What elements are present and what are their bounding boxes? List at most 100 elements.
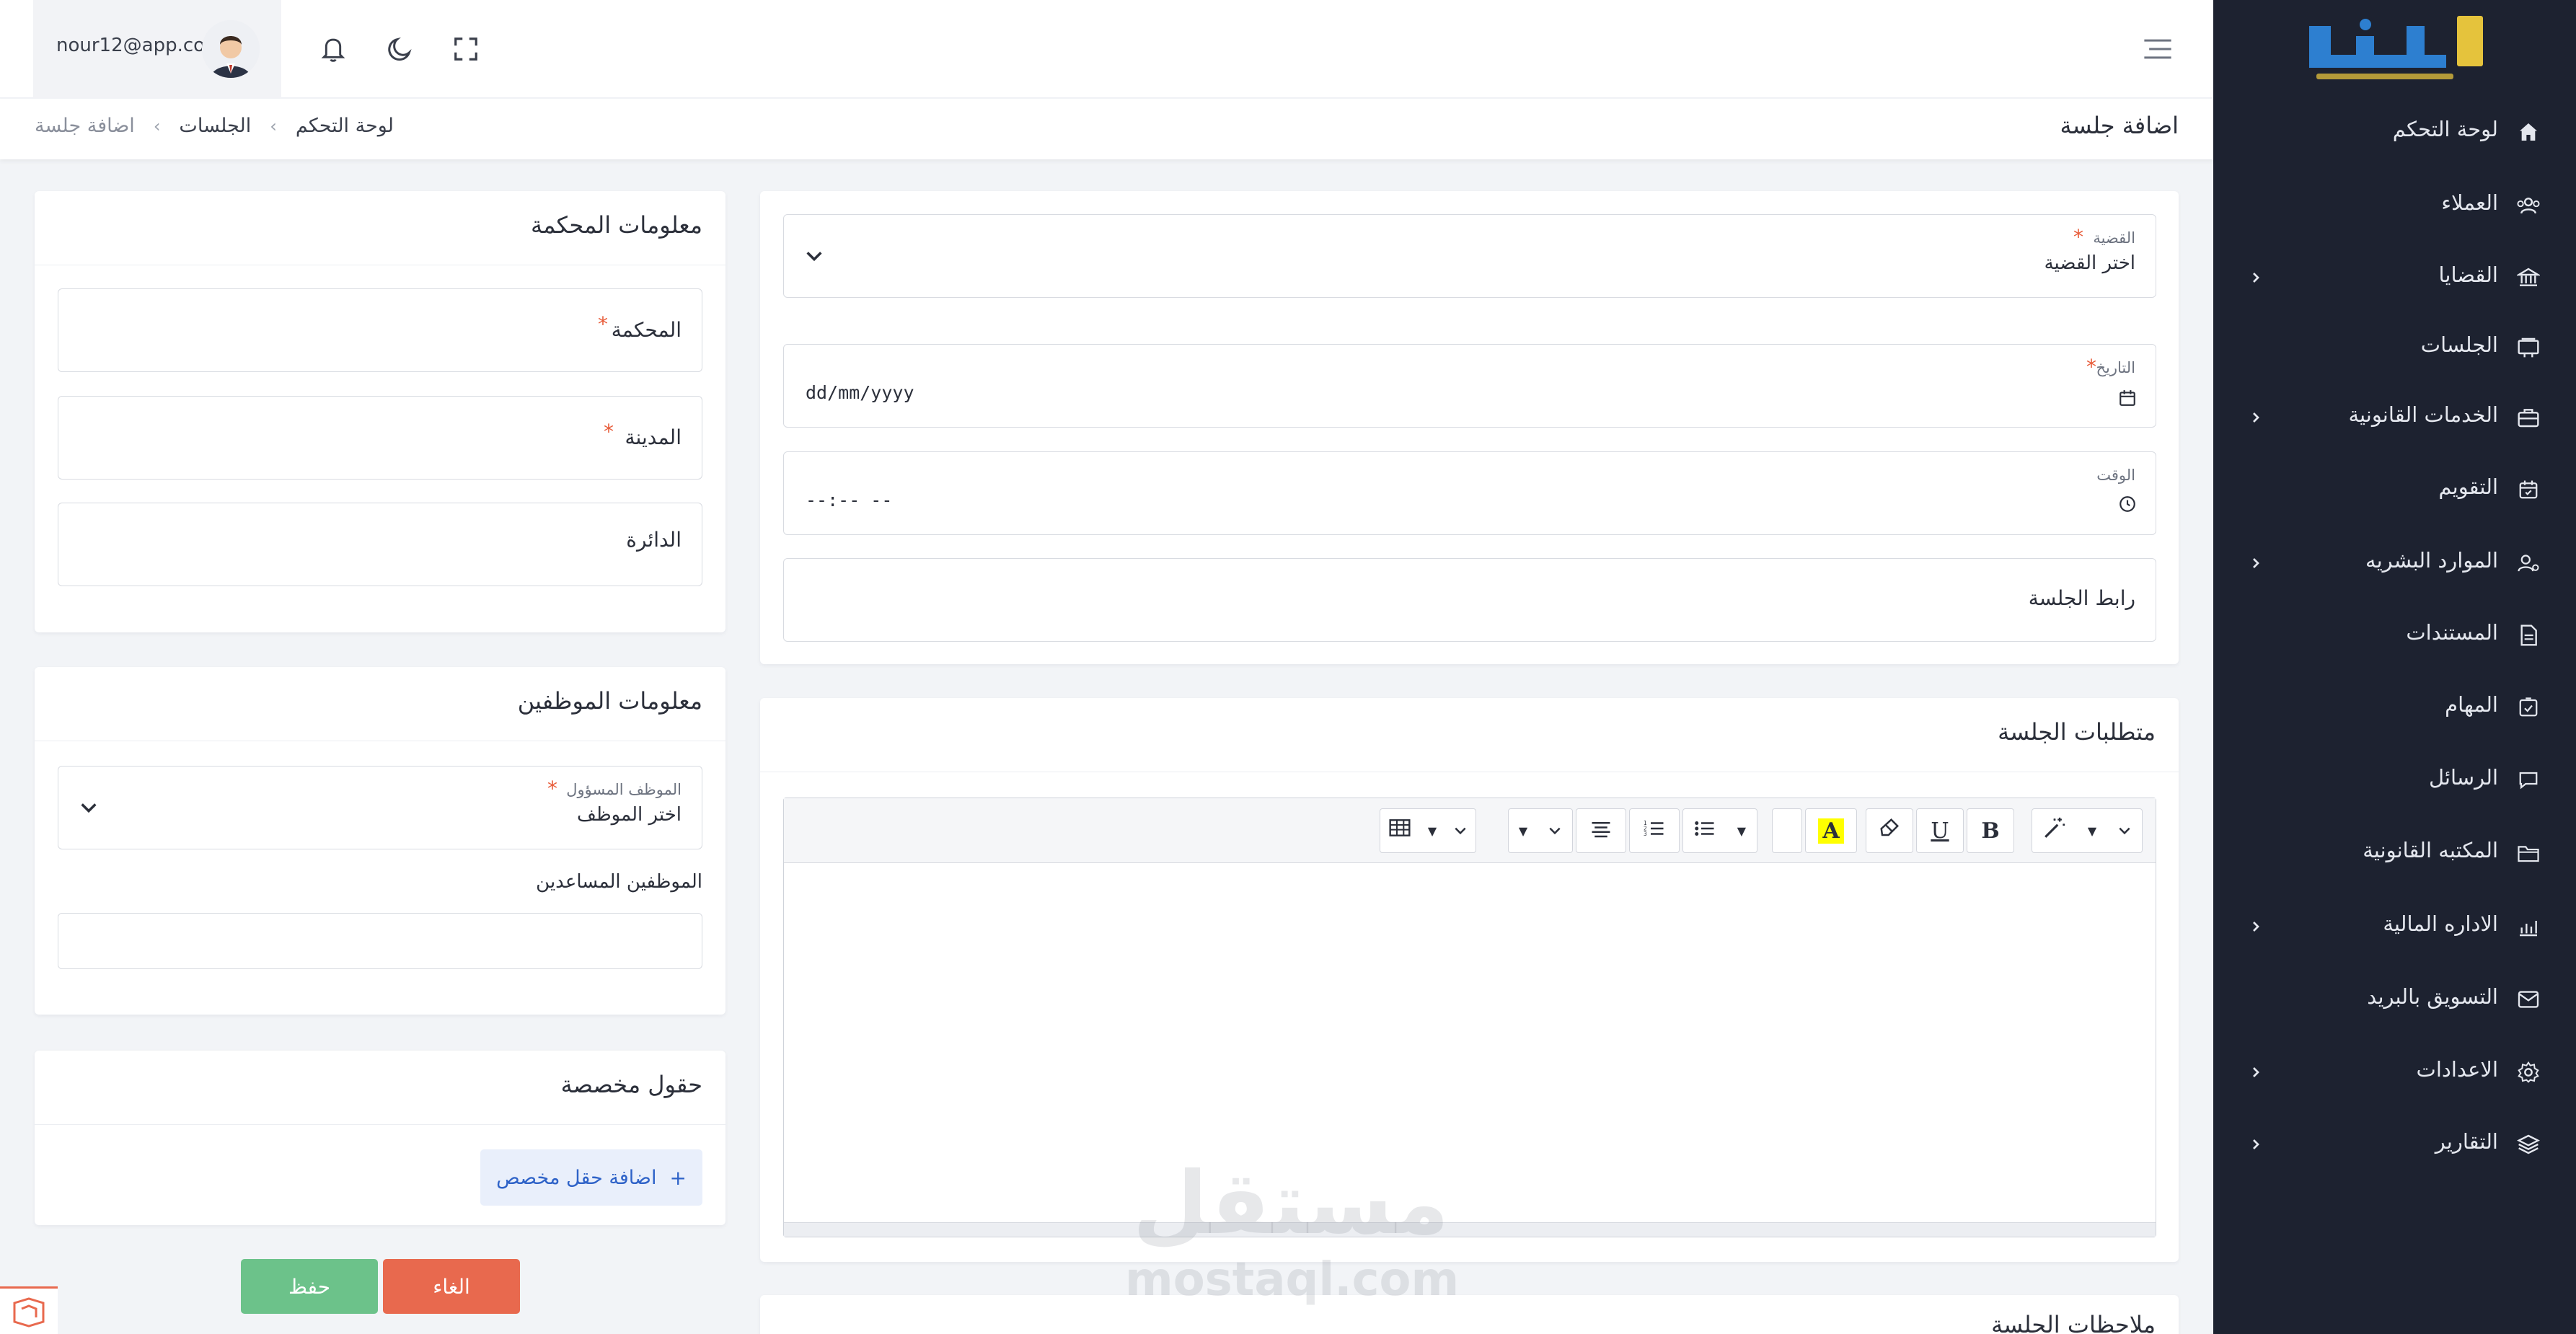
- breadcrumb-home[interactable]: لوحة التحكم: [296, 115, 394, 137]
- eraser-button[interactable]: [1866, 808, 1913, 853]
- caret-down-icon: ▼: [1427, 823, 1437, 838]
- finance-icon: [2515, 914, 2541, 940]
- breadcrumb-sessions[interactable]: الجلسات: [179, 115, 251, 137]
- required-mark: *: [2086, 355, 2096, 379]
- bell-icon[interactable]: [316, 32, 350, 66]
- svg-text:3: 3: [1644, 831, 1647, 837]
- chevron-right-icon: [2245, 407, 2267, 428]
- session-link-label: رابط الجلسة: [2028, 586, 2135, 610]
- align-dropdown-button[interactable]: ▼: [1508, 808, 1573, 853]
- add-custom-field-label: اضافة حقل مخصص: [496, 1166, 657, 1189]
- user-gear-icon: [2515, 550, 2541, 576]
- city-input[interactable]: المدينة *: [58, 396, 702, 480]
- sidebar-item-label: الجلسات: [2420, 332, 2498, 357]
- task-icon: [2515, 694, 2541, 720]
- sidebar-item-messages[interactable]: الرسائل: [2213, 748, 2576, 813]
- sidebar-item-label: الاعدادات: [2416, 1057, 2498, 1082]
- circuit-input[interactable]: الدائرة: [58, 503, 702, 586]
- sidebar-item-label: الخدمات القانونية: [2348, 402, 2498, 427]
- case-select[interactable]: القضية * اختر القضية: [783, 214, 2156, 298]
- cancel-button[interactable]: الغاء: [383, 1259, 520, 1314]
- style-dropdown-button[interactable]: ▼: [2032, 808, 2143, 853]
- sidebar-item-label: العملاء: [2441, 190, 2498, 215]
- chevron-down-icon: [1548, 818, 1562, 844]
- breadcrumb: لوحة التحكم ‹ الجلسات ‹ اضافة جلسة: [35, 115, 394, 137]
- layers-icon: [2515, 1131, 2541, 1157]
- sidebar-item-calendar[interactable]: التقويم: [2213, 457, 2576, 522]
- caret-down-icon: ▼: [2087, 823, 2097, 838]
- home-icon: [2515, 119, 2541, 145]
- corner-badge[interactable]: [0, 1286, 58, 1334]
- menu-toggle-icon[interactable]: [2140, 32, 2175, 66]
- sidebar-item-settings[interactable]: الاعدادات: [2213, 1040, 2576, 1105]
- avatar[interactable]: [202, 20, 260, 78]
- sidebar-item-cases[interactable]: القضايا: [2213, 245, 2576, 310]
- sidebar-item-finance[interactable]: الاداره المالية: [2213, 894, 2576, 959]
- sidebar-item-clients[interactable]: العملاء: [2213, 173, 2576, 238]
- sidebar-item-reports[interactable]: التقارير: [2213, 1112, 2576, 1177]
- table-button[interactable]: ▼: [1380, 808, 1476, 853]
- assistants-input[interactable]: [58, 913, 702, 969]
- case-label: القضية: [2093, 229, 2135, 247]
- editor-resize-handle[interactable]: [784, 1222, 2156, 1237]
- highlight-color-button[interactable]: A: [1805, 808, 1857, 853]
- sidebar-item-dashboard[interactable]: لوحة التحكم: [2213, 100, 2576, 164]
- sidebar-item-hr[interactable]: الموارد البشريه: [2213, 531, 2576, 596]
- sidebar-item-documents[interactable]: المستندات: [2213, 603, 2576, 668]
- align-button[interactable]: [1576, 808, 1626, 853]
- color-dropdown-button[interactable]: [1772, 808, 1802, 853]
- caret-down-icon: ▼: [1737, 823, 1747, 838]
- date-label: التاريخ: [2096, 359, 2135, 376]
- notes-title: ملاحظات الجلسة: [1991, 1311, 2156, 1334]
- sidebar-item-label: القضايا: [2438, 262, 2498, 287]
- divider: [35, 1124, 725, 1125]
- user-email: nour12@app.com: [56, 35, 224, 56]
- briefcase-icon: [2515, 405, 2541, 430]
- sidebar-item-legal-library[interactable]: المكتبه القانونية: [2213, 821, 2576, 885]
- user-menu[interactable]: nour12@app.com: [33, 0, 281, 98]
- unordered-list-button[interactable]: ▼: [1682, 808, 1757, 853]
- page-header: اضافة جلسة لوحة التحكم ‹ الجلسات ‹ اضافة…: [0, 99, 2213, 159]
- court-input[interactable]: المحكمة *: [58, 288, 702, 372]
- date-input[interactable]: التاريخ * dd/mm/yyyy: [783, 344, 2156, 428]
- moon-icon[interactable]: [382, 32, 417, 66]
- fullscreen-icon[interactable]: [449, 32, 483, 66]
- bold-button[interactable]: B: [1967, 808, 2014, 853]
- sidebar-item-tasks[interactable]: المهام: [2213, 675, 2576, 740]
- breadcrumb-current: اضافة جلسة: [35, 115, 135, 137]
- calendar-icon: [2515, 477, 2541, 503]
- clock-icon[interactable]: [2118, 495, 2137, 513]
- align-icon: [1590, 818, 1612, 844]
- bold-icon: B: [1981, 818, 2000, 844]
- required-mark: *: [604, 420, 614, 443]
- responsible-placeholder: اختر الموظف: [577, 804, 682, 826]
- chevron-down-icon: [1453, 818, 1468, 844]
- save-button[interactable]: حفظ: [241, 1259, 378, 1314]
- chevron-down-icon: [804, 246, 824, 266]
- rich-text-editor[interactable]: ▼ B U A ▼ 123 ▼ ▼: [783, 798, 2156, 1237]
- sidebar-item-sessions[interactable]: الجلسات: [2213, 315, 2576, 380]
- chevron-right-icon: [2245, 267, 2267, 288]
- ordered-list-button[interactable]: 123: [1629, 808, 1680, 853]
- chevron-right-icon: [2245, 1061, 2267, 1083]
- app-logo[interactable]: [2288, 12, 2489, 91]
- users-icon: [2515, 193, 2541, 218]
- requirements-title: متطلبات الجلسة: [1998, 718, 2156, 746]
- time-input[interactable]: الوقت --:-- --: [783, 451, 2156, 535]
- calendar-icon[interactable]: [2118, 389, 2137, 407]
- add-custom-field-button[interactable]: + اضافة حقل مخصص: [480, 1149, 702, 1206]
- session-link-input[interactable]: رابط الجلسة: [783, 558, 2156, 642]
- notes-card: ملاحظات الجلسة: [760, 1295, 2179, 1334]
- responsible-employee-select[interactable]: الموظف المسؤول * اختر الموظف: [58, 766, 702, 849]
- sidebar: لوحة التحكم العملاء القضايا الجلسات الخد…: [2213, 0, 2576, 1334]
- chevron-right-icon: [2245, 552, 2267, 574]
- sidebar-item-label: التقارير: [2435, 1129, 2498, 1154]
- required-mark: *: [598, 312, 608, 336]
- sidebar-item-legal-services[interactable]: الخدمات القانونية: [2213, 385, 2576, 450]
- sidebar-item-label: المستندات: [2406, 620, 2498, 645]
- mail-icon: [2515, 986, 2541, 1012]
- underline-button[interactable]: U: [1916, 808, 1964, 853]
- custom-fields-title: حقول مخصصة: [560, 1071, 702, 1098]
- chevron-right-icon: [2245, 1134, 2267, 1155]
- sidebar-item-email-marketing[interactable]: التسويق بالبريد: [2213, 967, 2576, 1032]
